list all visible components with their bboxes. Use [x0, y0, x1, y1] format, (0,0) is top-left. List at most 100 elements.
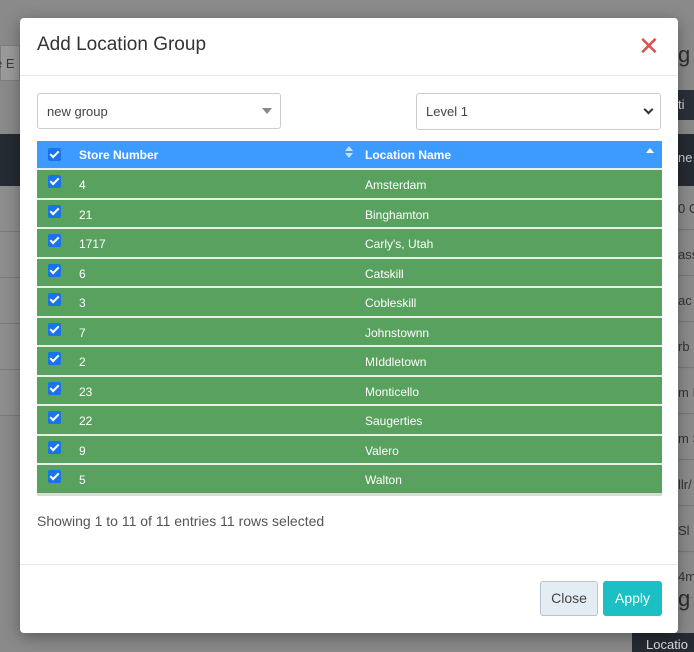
table-bottom-border — [37, 492, 662, 496]
background-right-title: g — [678, 42, 691, 67]
checkbox-checked-icon — [48, 381, 61, 395]
checkbox-checked-icon — [48, 440, 61, 454]
location-name-cell: Cobleskill — [365, 296, 417, 310]
table-row[interactable]: 3 Cobleskill — [37, 286, 662, 316]
close-icon[interactable]: ✕ — [638, 32, 660, 60]
modal-footer: Close Apply — [20, 564, 678, 633]
row-checkbox[interactable] — [48, 411, 61, 427]
store-number-cell: 7 — [79, 325, 86, 340]
store-number-cell: 1717 — [79, 237, 106, 251]
column-header-store-number[interactable]: Store Number — [79, 148, 158, 162]
location-name-cell: Valero — [365, 443, 399, 458]
background-row — [0, 278, 20, 324]
column-header-location-name[interactable]: Location Name — [365, 148, 451, 162]
checkbox-checked-icon — [48, 263, 61, 277]
sort-both-icon[interactable] — [345, 146, 353, 160]
background-right-footer-header: Locatio — [632, 633, 694, 652]
close-button[interactable]: Close — [540, 581, 598, 616]
table-row[interactable]: 21 Binghamton — [37, 197, 662, 227]
background-row — [0, 370, 20, 416]
rows-selected-info: 11 rows selected — [220, 513, 325, 529]
background-right-column: ne — [678, 134, 694, 186]
background-right-footer-title: g — [678, 586, 691, 611]
row-checkbox[interactable] — [48, 381, 61, 398]
background-row — [0, 232, 20, 278]
location-name-cell: Walton — [365, 473, 402, 487]
background-right-row: llr/ — [678, 462, 694, 506]
store-number-cell: 3 — [79, 296, 86, 310]
table-row[interactable]: 23 Monticello — [37, 374, 662, 404]
table-row[interactable]: 22 Saugerties — [37, 404, 662, 434]
table-row[interactable]: 6 Catskill — [37, 256, 662, 286]
location-name-cell: Catskill — [365, 266, 404, 281]
location-name-cell: Amsterdam — [365, 178, 427, 192]
checkbox-checked-icon — [48, 148, 61, 161]
location-name-cell: Johnstownn — [365, 325, 430, 340]
checkbox-checked-icon — [48, 411, 61, 424]
location-name-cell: Carly's, Utah — [365, 237, 434, 251]
modal-header: Add Location Group ✕ — [20, 18, 678, 76]
row-checkbox[interactable] — [48, 234, 61, 250]
row-checkbox[interactable] — [48, 204, 61, 221]
table-row[interactable]: 9 Valero — [37, 433, 662, 463]
location-name-cell: Saugerties — [365, 414, 423, 428]
location-name-cell: MIddletown — [365, 355, 427, 369]
table-row[interactable]: 1717 Carly's, Utah — [37, 227, 662, 257]
checkbox-checked-icon — [48, 352, 61, 365]
checkbox-checked-icon — [48, 470, 61, 483]
background-right-row: rb — [678, 324, 694, 368]
level-select-value: Level 1 — [426, 104, 468, 119]
level-select[interactable]: Level 1 — [416, 93, 661, 130]
checkbox-checked-icon — [48, 175, 61, 188]
table-row[interactable]: 5 Walton — [37, 463, 662, 493]
background-right-row: Sl — [678, 508, 694, 552]
store-number-cell: 4 — [79, 178, 86, 192]
row-checkbox[interactable] — [48, 470, 61, 486]
checkbox-checked-icon — [48, 234, 61, 247]
store-number-cell: 2 — [79, 355, 86, 369]
table-row[interactable]: 7 Johnstownn — [37, 315, 662, 345]
select-all-checkbox[interactable] — [48, 148, 61, 164]
table-row[interactable]: 2 MIddletown — [37, 345, 662, 375]
background-right-header: ti — [678, 90, 694, 120]
background-table-header-left — [0, 134, 20, 186]
chevron-down-icon — [643, 104, 654, 115]
row-checkbox[interactable] — [48, 440, 61, 457]
table-row[interactable]: 4 Amsterdam — [37, 168, 662, 198]
modal-controls: new group Level 1 — [37, 93, 661, 130]
store-number-cell: 21 — [79, 207, 93, 222]
row-checkbox[interactable] — [48, 263, 61, 280]
checkbox-checked-icon — [48, 293, 61, 306]
background-right-row: m I — [678, 370, 694, 414]
store-number-cell: 9 — [79, 443, 86, 458]
table-header: Store Number Location Name — [37, 141, 662, 168]
checkbox-checked-icon — [48, 322, 61, 336]
background-row — [0, 324, 20, 370]
locations-table: Store Number Location Name 4 Amsterdam 21 B… — [37, 141, 662, 496]
background-right-row: ass — [678, 232, 694, 276]
table-info: Showing 1 to 11 of 11 entries 11 rows se… — [37, 513, 324, 529]
background-row — [0, 186, 20, 232]
store-number-cell: 22 — [79, 414, 93, 428]
checkbox-checked-icon — [48, 204, 61, 218]
row-checkbox[interactable] — [48, 293, 61, 309]
modal-title: Add Location Group — [37, 34, 207, 55]
apply-button[interactable]: Apply — [603, 581, 662, 616]
background-right-row: ac — [678, 278, 694, 322]
group-select-value: new group — [47, 104, 108, 119]
table-body: 4 Amsterdam 21 Binghamton 1717 Carly's, Utah 6… — [37, 168, 662, 493]
group-select[interactable]: new group — [37, 93, 281, 129]
row-checkbox[interactable] — [48, 352, 61, 368]
add-location-group-modal: Add Location Group ✕ new group Level 1 S… — [20, 18, 678, 633]
store-number-cell: 5 — [79, 473, 86, 487]
row-checkbox[interactable] — [48, 322, 61, 339]
store-number-cell: 23 — [79, 384, 93, 399]
background-input-fragment: e E — [0, 45, 20, 81]
location-name-cell: Binghamton — [365, 207, 430, 222]
sort-ascending-icon[interactable] — [646, 148, 654, 153]
background-right-row: 0 C — [678, 186, 694, 230]
background-right-row: m S — [678, 416, 694, 460]
store-number-cell: 6 — [79, 266, 86, 281]
row-checkbox[interactable] — [48, 175, 61, 191]
location-name-cell: Monticello — [365, 384, 420, 399]
